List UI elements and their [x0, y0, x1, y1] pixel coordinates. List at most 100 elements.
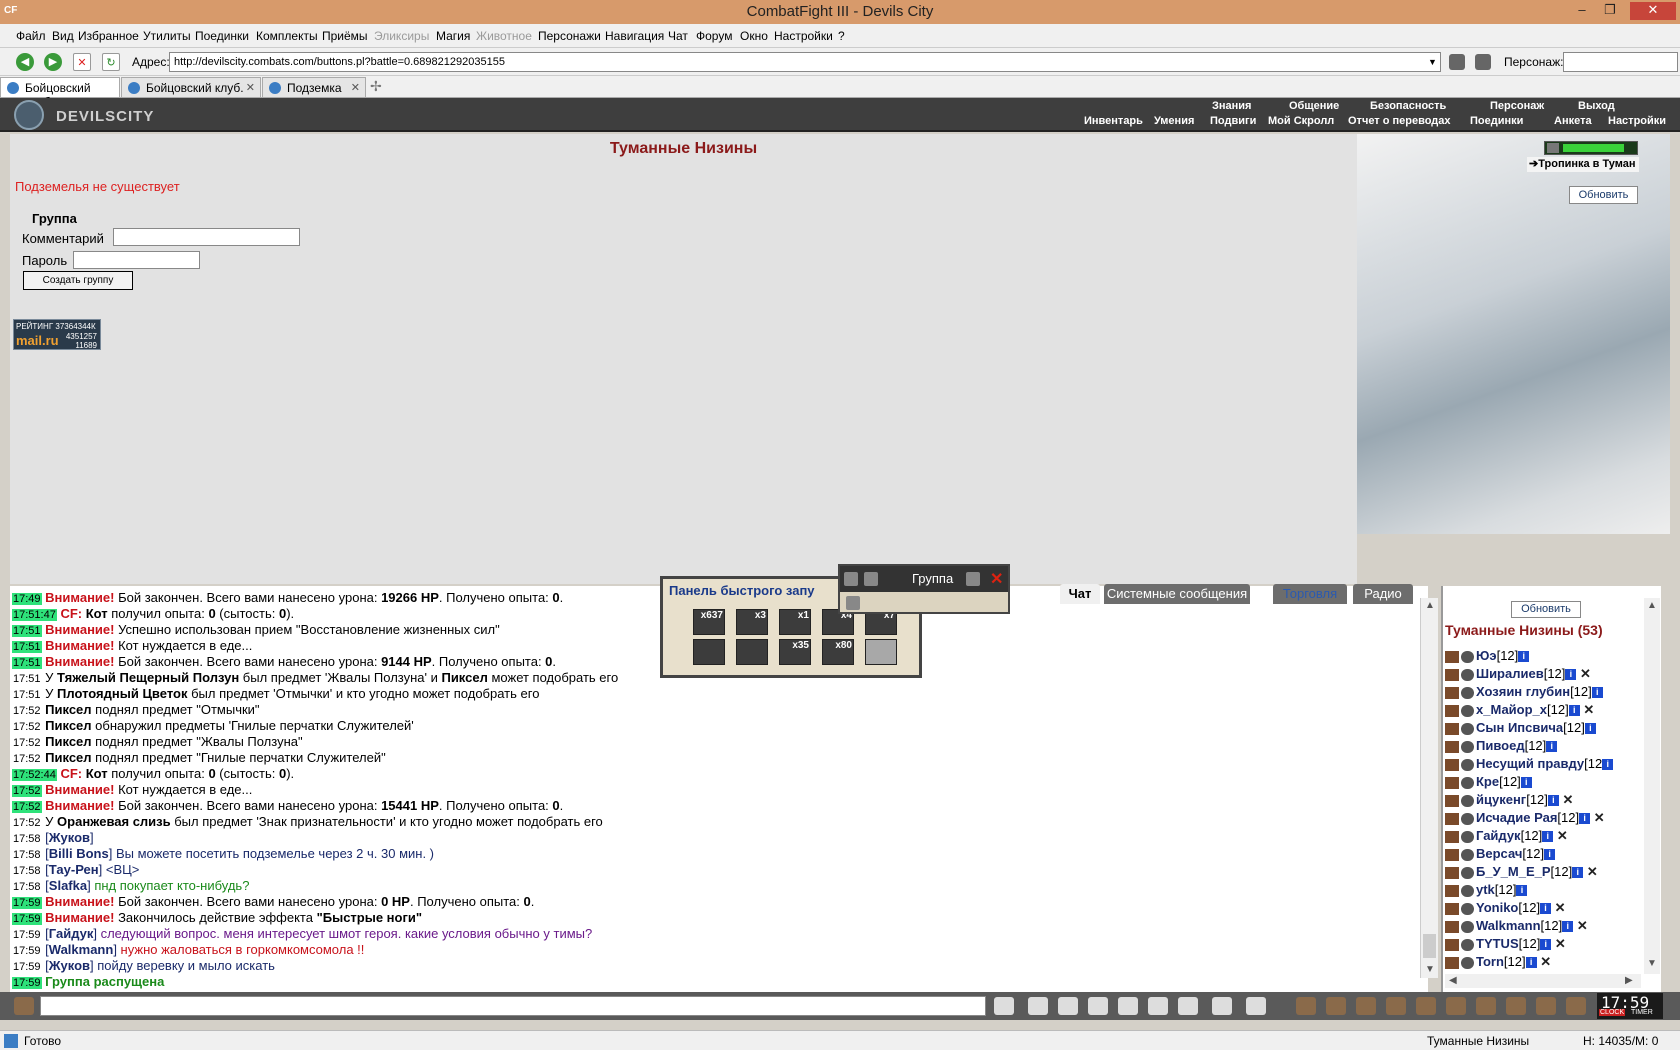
toolbar-icon[interactable]: [1148, 997, 1168, 1015]
chat-timestamp[interactable]: 17:51: [12, 673, 42, 685]
remove-icon[interactable]: ✕: [1559, 792, 1574, 807]
chat-timestamp[interactable]: 17:59: [12, 961, 42, 973]
password-input[interactable]: [73, 251, 200, 269]
user-entry[interactable]: Гайдук[12] i ✕: [1445, 828, 1568, 844]
chat-timestamp[interactable]: 17:52: [12, 817, 42, 829]
user-name[interactable]: TYTUS: [1476, 936, 1519, 951]
info-icon[interactable]: i: [1542, 831, 1554, 843]
chat-timestamp[interactable]: 17:59: [12, 929, 42, 941]
scroll-down-icon[interactable]: ▼: [1425, 964, 1435, 975]
user-entry[interactable]: Пивоед[12] i: [1445, 738, 1558, 753]
address-dropdown-icon[interactable]: ▼: [1428, 57, 1437, 67]
user-entry[interactable]: Walkmann[12] i ✕: [1445, 918, 1588, 934]
remove-icon[interactable]: ✕: [1537, 954, 1551, 969]
user-entry[interactable]: Исчадие Рая[12] i ✕: [1445, 810, 1605, 826]
chat-timestamp[interactable]: 17:58: [12, 865, 42, 877]
forward-icon[interactable]: ▶: [44, 53, 62, 71]
toolbar-icon[interactable]: [1246, 997, 1266, 1015]
comment-input[interactable]: [113, 228, 300, 246]
remove-icon[interactable]: ✕: [1583, 864, 1598, 879]
toolbar-icon[interactable]: [1356, 997, 1376, 1015]
scroll-left-icon[interactable]: ◀: [1449, 975, 1457, 986]
chat-timestamp[interactable]: 17:51: [12, 625, 42, 637]
nav-link[interactable]: Анкета: [1554, 115, 1592, 127]
chat-timestamp[interactable]: 17:58: [12, 833, 42, 845]
close-button[interactable]: ✕: [1630, 2, 1676, 20]
toolbar-icon[interactable]: [1386, 997, 1406, 1015]
nav-link[interactable]: Безопасность: [1370, 100, 1446, 112]
chat-scrollbar[interactable]: ▲ ▼: [1420, 598, 1438, 978]
remove-icon[interactable]: ✕: [1553, 828, 1568, 843]
quick-slot[interactable]: x35: [779, 639, 811, 665]
scroll-up-icon[interactable]: ▲: [1647, 600, 1657, 611]
nav-link[interactable]: Мой Скролл: [1268, 115, 1334, 127]
chat-timestamp[interactable]: 17:52: [12, 801, 42, 813]
info-icon[interactable]: i: [1591, 687, 1603, 699]
browser-tab[interactable]: Бойцовский клуб. ✕: [121, 77, 261, 97]
minimize-button[interactable]: –: [1568, 2, 1596, 20]
user-name[interactable]: Yoniko: [1476, 900, 1518, 915]
user-name[interactable]: Сын Ипсвича: [1476, 720, 1563, 735]
chat-timestamp[interactable]: 17:59: [12, 913, 42, 925]
user-entry[interactable]: Юэ[12] i: [1445, 648, 1530, 663]
toolbar-icon[interactable]: [1446, 997, 1466, 1015]
user-name[interactable]: Ширалиев: [1476, 666, 1544, 681]
user-entry[interactable]: ytk[12] i: [1445, 882, 1528, 897]
user-entry[interactable]: х_Майор_х[12] i ✕: [1445, 702, 1594, 718]
toolbar-icon[interactable]: [1536, 997, 1556, 1015]
user-name[interactable]: Хозяин глубин: [1476, 684, 1570, 699]
quick-slot[interactable]: x3: [736, 609, 768, 635]
chat-timestamp[interactable]: 17:52:44: [12, 769, 57, 781]
quick-slot[interactable]: [736, 639, 768, 665]
menu-item[interactable]: ?: [838, 29, 845, 43]
info-icon[interactable]: i: [1572, 867, 1584, 879]
smile-menu-icon[interactable]: [14, 997, 34, 1015]
browser-tab[interactable]: Бойцовский клуб: [0, 77, 120, 109]
remove-icon[interactable]: ✕: [1573, 918, 1588, 933]
menu-item[interactable]: Приёмы: [322, 29, 368, 43]
chat-timestamp[interactable]: 17:52: [12, 785, 42, 797]
persona-select[interactable]: [1563, 52, 1678, 72]
user-name[interactable]: Кре: [1476, 774, 1499, 789]
toolbar-icon[interactable]: [1028, 997, 1048, 1015]
close-icon[interactable]: ✕: [990, 569, 1003, 589]
remove-icon[interactable]: ✕: [1580, 702, 1594, 717]
toolbar-icon[interactable]: [1326, 997, 1346, 1015]
chat-timestamp[interactable]: 17:52: [12, 753, 42, 765]
info-icon[interactable]: i: [1518, 651, 1530, 663]
menu-item[interactable]: Эликсиры: [374, 29, 429, 43]
user-entry[interactable]: Несущий правду[12 i: [1445, 756, 1614, 771]
stop-icon[interactable]: ✕: [73, 53, 91, 71]
menu-item[interactable]: Файл: [16, 29, 46, 43]
group-member-icon[interactable]: [846, 596, 860, 610]
menu-item[interactable]: Чат: [668, 29, 688, 43]
nav-link[interactable]: Инвентарь: [1084, 115, 1143, 127]
tool-icon[interactable]: [1475, 54, 1491, 70]
info-icon[interactable]: i: [1540, 903, 1552, 915]
user-entry[interactable]: йцукенг[12] i ✕: [1445, 792, 1573, 808]
menu-item[interactable]: Вид: [52, 29, 74, 43]
quick-slot[interactable]: x1: [779, 609, 811, 635]
chat-timestamp[interactable]: 17:52: [12, 721, 42, 733]
info-icon[interactable]: i: [1547, 795, 1559, 807]
user-name[interactable]: х_Майор_х: [1476, 702, 1547, 717]
menu-item[interactable]: Навигация: [605, 29, 664, 43]
menu-item[interactable]: Комплекты: [256, 29, 318, 43]
scroll-right-icon[interactable]: ▶: [1625, 975, 1633, 986]
create-group-button[interactable]: Создать группу: [23, 271, 133, 290]
chat-timestamp[interactable]: 17:58: [12, 849, 42, 861]
back-icon[interactable]: ◀: [16, 53, 34, 71]
toolbar-icon[interactable]: [1476, 997, 1496, 1015]
user-entry[interactable]: Кре[12] i: [1445, 774, 1532, 789]
toolbar-icon[interactable]: [994, 997, 1014, 1015]
menu-item[interactable]: Персонажи: [538, 29, 601, 43]
userlist-scrollbar[interactable]: ▲ ▼: [1644, 598, 1660, 974]
info-icon[interactable]: i: [1540, 939, 1552, 951]
quick-slot[interactable]: [693, 639, 725, 665]
chat-timestamp[interactable]: 17:51: [12, 689, 42, 701]
chat-tab[interactable]: Системные сообщения: [1104, 584, 1250, 604]
chat-tab[interactable]: Торговля: [1273, 584, 1347, 604]
user-entry[interactable]: TYTUS[12] i ✕: [1445, 936, 1566, 952]
user-entry[interactable]: Версач[12] i: [1445, 846, 1556, 861]
menu-item[interactable]: Форум: [696, 29, 732, 43]
